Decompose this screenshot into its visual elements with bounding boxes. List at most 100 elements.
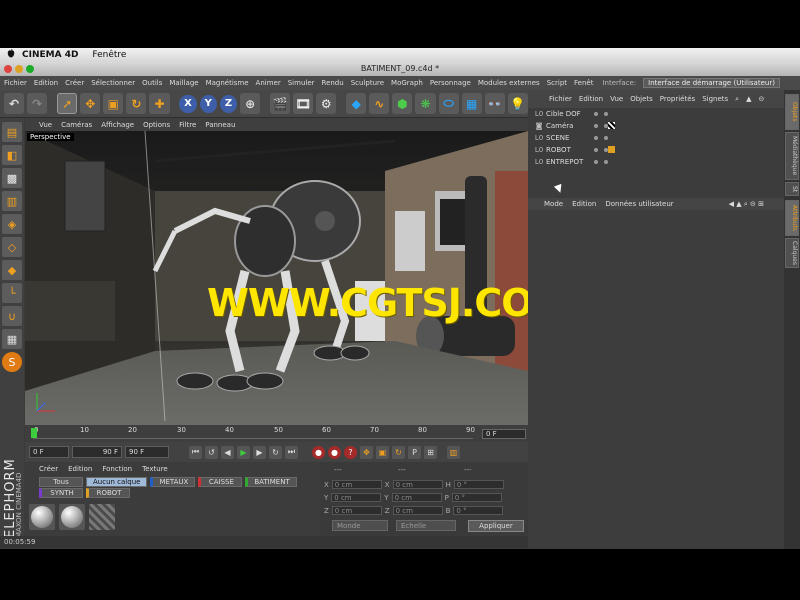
obj-menu-edition[interactable]: Edition bbox=[579, 95, 603, 103]
layer-tab-robot[interactable]: ROBOT bbox=[86, 488, 130, 498]
make-editable-icon[interactable]: ▤ bbox=[2, 122, 22, 142]
layer-tab-aucun-calque[interactable]: Aucun calque bbox=[86, 477, 148, 487]
prev-key-icon[interactable]: ↺ bbox=[205, 445, 218, 459]
texture-mode-icon[interactable]: ▩ bbox=[2, 168, 22, 188]
nav-icon[interactable]: ⊝ bbox=[758, 95, 764, 103]
attr-nav-icons[interactable]: ◀ ▲ ⌕ ⊝ ⊞ bbox=[729, 200, 764, 209]
layer-tab-batiment[interactable]: BATIMENT bbox=[245, 477, 297, 487]
visibility-dots[interactable] bbox=[594, 136, 608, 140]
render-view-icon[interactable]: 🎬 bbox=[270, 93, 291, 114]
position-z-field[interactable]: 0 cm bbox=[331, 506, 382, 515]
viewport-perspective[interactable]: Perspective WWW.CGTSJ.COM bbox=[25, 131, 528, 425]
key-parameter-icon[interactable]: P bbox=[408, 445, 421, 459]
axis-mode-icon[interactable]: └ bbox=[2, 283, 22, 303]
side-tab-st[interactable]: St bbox=[785, 182, 799, 196]
object-row[interactable]: ◙ Caméra bbox=[528, 120, 784, 132]
obj-menu-fichier[interactable]: Fichier bbox=[549, 95, 572, 103]
attr-menu-edition[interactable]: Edition bbox=[572, 200, 596, 208]
rotation-h-field[interactable]: 0 ° bbox=[453, 480, 504, 489]
search-icon[interactable]: ⌕ bbox=[735, 95, 739, 104]
key-pla-icon[interactable]: ⊞ bbox=[424, 445, 437, 459]
menu-simuler[interactable]: Simuler bbox=[288, 79, 315, 87]
last-tool-icon[interactable]: ✚ bbox=[149, 93, 170, 114]
coord-system-icon[interactable]: ⊕ bbox=[240, 93, 261, 114]
scale-icon[interactable]: ▣ bbox=[103, 93, 124, 114]
start-frame-field[interactable]: 0 F bbox=[29, 446, 69, 458]
spline-icon[interactable]: ∿ bbox=[369, 93, 390, 114]
layer-tab-caisse[interactable]: CAISSE bbox=[198, 477, 243, 487]
side-tab-mediatheque[interactable]: Médiathèque bbox=[785, 132, 799, 180]
rotation-p-field[interactable]: 0 ° bbox=[451, 493, 502, 502]
menu-creer[interactable]: Créer bbox=[65, 79, 84, 87]
size-y-field[interactable]: 0 cm bbox=[391, 493, 442, 502]
mat-menu-texture[interactable]: Texture bbox=[142, 465, 168, 474]
menu-edition[interactable]: Edition bbox=[34, 79, 58, 87]
camera-icon[interactable]: 👓 bbox=[484, 93, 505, 114]
interface-select[interactable]: Interface de démarrage (Utilisateur) bbox=[643, 78, 780, 88]
menu-maillage[interactable]: Maillage bbox=[169, 79, 198, 87]
keyframe-selection-icon[interactable]: ? bbox=[344, 445, 357, 459]
menu-sculpture[interactable]: Sculpture bbox=[351, 79, 384, 87]
render-picture-viewer-icon[interactable]: 🎞 bbox=[293, 93, 314, 114]
goto-start-icon[interactable]: ⏮ bbox=[189, 445, 202, 459]
layer-tag-icon[interactable] bbox=[608, 146, 615, 153]
snap-icon[interactable]: S bbox=[2, 352, 22, 372]
undo-icon[interactable]: ↶ bbox=[4, 93, 25, 114]
playhead[interactable] bbox=[31, 428, 37, 438]
snap-grid-icon[interactable]: ▦ bbox=[2, 329, 22, 349]
menu-fichier[interactable]: Fichier bbox=[4, 79, 27, 87]
move-icon[interactable]: ✥ bbox=[80, 93, 101, 114]
size-x-field[interactable]: 0 cm bbox=[392, 480, 443, 489]
menu-selectionner[interactable]: Sélectionner bbox=[91, 79, 135, 87]
mat-menu-edition[interactable]: Edition bbox=[68, 465, 92, 474]
menu-mograph[interactable]: MoGraph bbox=[391, 79, 423, 87]
key-rotation-icon[interactable]: ↻ bbox=[392, 445, 405, 459]
nurbs-icon[interactable]: ⬢ bbox=[392, 93, 413, 114]
rotation-b-field[interactable]: 0 ° bbox=[453, 506, 504, 515]
workplane-icon[interactable]: ▥ bbox=[2, 191, 22, 211]
apply-button[interactable]: Appliquer bbox=[468, 520, 524, 532]
size-z-field[interactable]: 0 cm bbox=[392, 506, 443, 515]
menu-rendu[interactable]: Rendu bbox=[322, 79, 344, 87]
view-menu-filtre[interactable]: Filtre bbox=[179, 121, 196, 129]
visibility-dots[interactable] bbox=[594, 112, 608, 116]
select-arrow-icon[interactable]: ➚ bbox=[57, 93, 78, 114]
x-axis-lock-icon[interactable]: X bbox=[179, 94, 197, 113]
attr-menu-mode[interactable]: Mode bbox=[544, 200, 563, 208]
next-key-icon[interactable]: ↻ bbox=[269, 445, 282, 459]
polygons-mode-icon[interactable]: ◆ bbox=[2, 260, 22, 280]
menu-modules-externes[interactable]: Modules externes bbox=[478, 79, 540, 87]
layer-tab-metaux[interactable]: METAUX bbox=[150, 477, 196, 487]
cube-primitive-icon[interactable]: ◆ bbox=[346, 93, 367, 114]
obj-menu-signets[interactable]: Signets bbox=[702, 95, 728, 103]
prev-frame-icon[interactable]: ◀ bbox=[221, 445, 234, 459]
model-mode-icon[interactable]: ◧ bbox=[2, 145, 22, 165]
side-tab-objets[interactable]: Objets bbox=[785, 94, 799, 130]
position-x-field[interactable]: 0 cm bbox=[331, 480, 382, 489]
camera-tag-icon[interactable] bbox=[608, 122, 615, 129]
mat-menu-creer[interactable]: Créer bbox=[39, 465, 58, 474]
record-keys-icon[interactable]: ● bbox=[312, 445, 325, 459]
play-icon[interactable]: ▶ bbox=[237, 445, 250, 459]
layer-tab-synth[interactable]: SYNTH bbox=[39, 488, 83, 498]
view-menu-options[interactable]: Options bbox=[143, 121, 170, 129]
side-tab-attributs[interactable]: Attributs bbox=[785, 200, 799, 236]
floor-icon[interactable]: ▦ bbox=[461, 93, 482, 114]
menu-outils[interactable]: Outils bbox=[142, 79, 162, 87]
menu-animer[interactable]: Animer bbox=[256, 79, 281, 87]
key-position-icon[interactable]: ✥ bbox=[360, 445, 373, 459]
mat-menu-fonction[interactable]: Fonction bbox=[102, 465, 132, 474]
material-swatch[interactable] bbox=[59, 504, 85, 530]
object-row[interactable]: L0 SCENE bbox=[528, 132, 784, 144]
visibility-dots[interactable] bbox=[594, 124, 608, 128]
view-menu-affichage[interactable]: Affichage bbox=[101, 121, 134, 129]
goto-end-icon[interactable]: ⏭ bbox=[285, 445, 298, 459]
points-mode-icon[interactable]: ◈ bbox=[2, 214, 22, 234]
obj-menu-proprietes[interactable]: Propriétés bbox=[660, 95, 695, 103]
visibility-dots[interactable] bbox=[594, 160, 608, 164]
edges-mode-icon[interactable]: ◇ bbox=[2, 237, 22, 257]
menu-personnage[interactable]: Personnage bbox=[430, 79, 471, 87]
z-axis-lock-icon[interactable]: Z bbox=[219, 94, 238, 113]
obj-menu-vue[interactable]: Vue bbox=[610, 95, 623, 103]
mac-menu-window[interactable]: Fenêtre bbox=[92, 50, 126, 60]
